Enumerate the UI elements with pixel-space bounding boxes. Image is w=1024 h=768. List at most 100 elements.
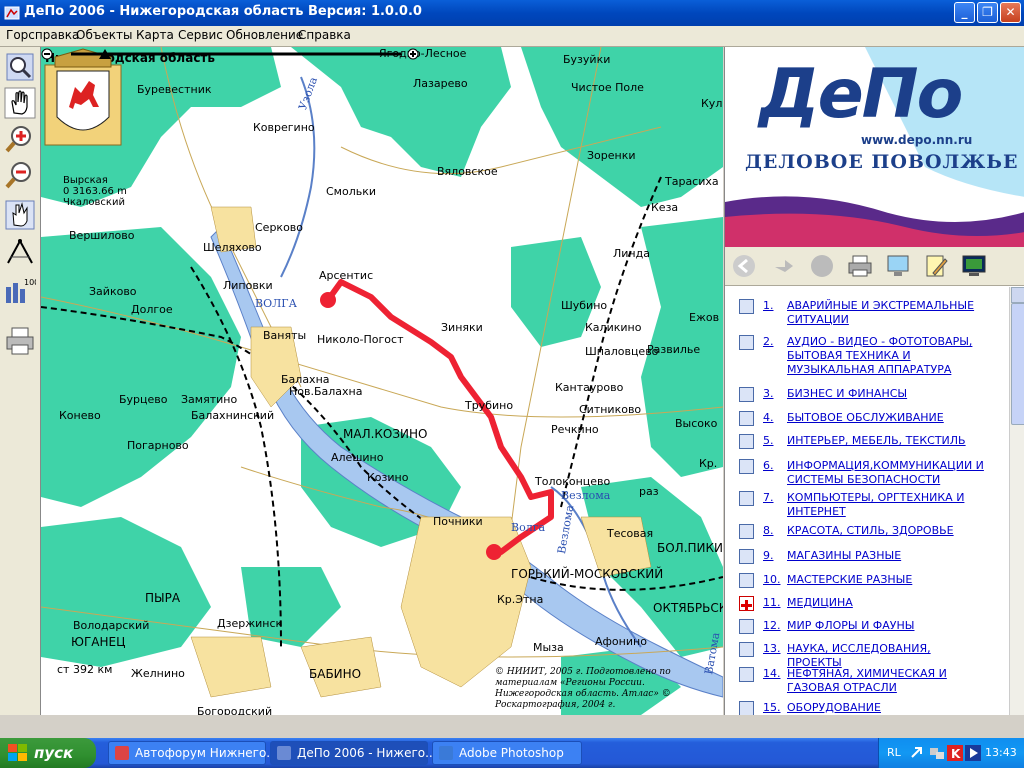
map-label: Развилье: [647, 343, 701, 356]
menu-map[interactable]: Карта: [136, 28, 174, 42]
category-item[interactable]: 2. АУДИО - ВИДЕО - ФОТОТОВАРЫ, БЫТОВАЯ ТЕ…: [725, 335, 1009, 377]
category-label[interactable]: МАГАЗИНЫ РАЗНЫЕ: [787, 549, 987, 563]
category-label[interactable]: МАСТЕРСКИЕ РАЗНЫЕ: [787, 573, 987, 587]
task-autoforum[interactable]: Автофорум Нижнего...: [108, 741, 278, 765]
banner-slogan: ДЕЛОВОЕ ПОВОЛЖЬЕ: [745, 151, 1019, 173]
category-label[interactable]: ИНФОРМАЦИЯ,КОММУНИКАЦИИ И СИСТЕМЫ БЕЗОПА…: [787, 459, 987, 487]
category-item[interactable]: 8. КРАСОТА, СТИЛЬ, ЗДОРОВЬЕ: [725, 524, 1009, 539]
forward-icon[interactable]: [771, 253, 797, 279]
category-item[interactable]: 11. МЕДИЦИНА: [725, 596, 1009, 611]
task-label: Adobe Photoshop: [459, 746, 564, 760]
start-button[interactable]: пуск: [0, 738, 96, 768]
category-item[interactable]: 13. НАУКА, ИССЛЕДОВАНИЯ, ПРОЕКТЫ: [725, 642, 1009, 669]
category-label[interactable]: КОМПЬЮТЕРЫ, ОРГТЕХНИКА И ИНТЕРНЕТ: [787, 491, 987, 519]
category-number[interactable]: 7.: [763, 491, 774, 504]
zoom-area-icon[interactable]: [4, 51, 36, 83]
display-icon[interactable]: [961, 253, 987, 279]
arrow-icon[interactable]: [909, 745, 925, 761]
scroll-thumb[interactable]: [1011, 303, 1024, 425]
zoom-slider[interactable]: [41, 47, 431, 61]
network-icon[interactable]: [929, 745, 945, 761]
category-number[interactable]: 1.: [763, 299, 774, 312]
category-label[interactable]: БЫТОВОЕ ОБСЛУЖИВАНИЕ: [787, 411, 987, 425]
monitor-icon[interactable]: [885, 253, 911, 279]
category-scrollbar[interactable]: [1009, 287, 1024, 715]
minimize-button[interactable]: _: [954, 2, 975, 23]
category-item[interactable]: 14. НЕФТЯНАЯ, ХИМИЧЕСКАЯ И ГАЗОВАЯ ОТРАСЛ…: [725, 667, 1009, 695]
category-number[interactable]: 10.: [763, 573, 781, 586]
print-icon[interactable]: [847, 253, 873, 279]
category-label[interactable]: КРАСОТА, СТИЛЬ, ЗДОРОВЬЕ: [787, 524, 987, 538]
category-number[interactable]: 2.: [763, 335, 774, 348]
category-number[interactable]: 13.: [763, 642, 781, 655]
menu-update[interactable]: Обновление: [226, 28, 303, 42]
category-label[interactable]: МЕДИЦИНА: [787, 596, 987, 610]
measure-icon[interactable]: [4, 237, 36, 269]
task-depo[interactable]: ДеПо 2006 - Нижего...: [270, 741, 437, 765]
category-icon: [739, 335, 754, 350]
menu-gorspravka[interactable]: Горсправка: [6, 28, 79, 42]
route-start-marker: [320, 292, 336, 308]
zoom-100-icon[interactable]: 100%: [4, 275, 36, 307]
category-label[interactable]: АВАРИЙНЫЕ И ЭКСТРЕМАЛЬНЫЕ СИТУАЦИИ: [787, 299, 987, 327]
notepad-edit-icon[interactable]: [923, 253, 949, 279]
antivirus-k-icon[interactable]: K: [947, 745, 963, 761]
category-item[interactable]: 10. МАСТЕРСКИЕ РАЗНЫЕ: [725, 573, 1009, 588]
home-icon[interactable]: [809, 253, 835, 279]
pan-hand-icon[interactable]: [4, 87, 36, 119]
category-label[interactable]: ИНТЕРЬЕР, МЕБЕЛЬ, ТЕКСТИЛЬ: [787, 434, 987, 448]
category-number[interactable]: 3.: [763, 387, 774, 400]
category-number[interactable]: 4.: [763, 411, 774, 424]
category-item[interactable]: 9. МАГАЗИНЫ РАЗНЫЕ: [725, 549, 1009, 564]
category-label[interactable]: АУДИО - ВИДЕО - ФОТОТОВАРЫ, БЫТОВАЯ ТЕХН…: [787, 335, 987, 377]
map-label: Богородский: [197, 705, 273, 715]
map-label: БАБИНО: [309, 667, 362, 681]
category-icon: [739, 411, 754, 426]
map-label: Ситниково: [579, 403, 642, 416]
map-label: Мыза: [533, 641, 564, 654]
category-item[interactable]: 4. БЫТОВОЕ ОБСЛУЖИВАНИЕ: [725, 411, 1009, 426]
info-distance: 0 3163.66 m: [63, 186, 127, 197]
category-item[interactable]: 12. МИР ФЛОРЫ И ФАУНЫ: [725, 619, 1009, 634]
category-item[interactable]: 3. БИЗНЕС И ФИНАНСЫ: [725, 387, 1009, 402]
category-number[interactable]: 6.: [763, 459, 774, 472]
title-bar: ДеПо 2006 - Нижегородская область Версия…: [0, 0, 1024, 26]
category-item[interactable]: 15. ОБОРУДОВАНИЕ: [725, 701, 1009, 715]
category-number[interactable]: 8.: [763, 524, 774, 537]
scroll-up-button[interactable]: [1011, 287, 1024, 303]
map-toolbar: 100%: [0, 47, 41, 715]
zoom-out-icon[interactable]: [4, 159, 36, 191]
map-label: Зоренки: [587, 149, 636, 162]
menu-help[interactable]: Справка: [298, 28, 351, 42]
banner-logo: ДеПо: [759, 55, 963, 134]
category-number[interactable]: 11.: [763, 596, 781, 609]
category-number[interactable]: 5.: [763, 434, 774, 447]
map-label: Буревестник: [137, 83, 212, 96]
menu-service[interactable]: Сервис: [178, 28, 223, 42]
category-item[interactable]: 1. АВАРИЙНЫЕ И ЭКСТРЕМАЛЬНЫЕ СИТУАЦИИ: [725, 299, 1009, 327]
map-label: Коврегино: [253, 121, 315, 134]
maximize-button[interactable]: ❐: [977, 2, 998, 23]
select-hand-icon[interactable]: [4, 199, 36, 231]
category-number[interactable]: 15.: [763, 701, 781, 714]
category-item[interactable]: 6. ИНФОРМАЦИЯ,КОММУНИКАЦИИ И СИСТЕМЫ БЕЗО…: [725, 459, 1009, 487]
category-number[interactable]: 14.: [763, 667, 781, 680]
category-label[interactable]: ОБОРУДОВАНИЕ: [787, 701, 987, 715]
map-canvas[interactable]: Нижегородская область Вырская 0 3163.66 …: [41, 47, 723, 715]
category-label[interactable]: БИЗНЕС И ФИНАНСЫ: [787, 387, 987, 401]
language-indicator[interactable]: RL: [887, 746, 901, 759]
category-number[interactable]: 9.: [763, 549, 774, 562]
task-photoshop[interactable]: Adobe Photoshop: [432, 741, 582, 765]
print-icon[interactable]: [4, 325, 36, 357]
category-item[interactable]: 5. ИНТЕРЬЕР, МЕБЕЛЬ, ТЕКСТИЛЬ: [725, 434, 1009, 449]
media-player-icon[interactable]: [965, 745, 981, 761]
category-label[interactable]: НЕФТЯНАЯ, ХИМИЧЕСКАЯ И ГАЗОВАЯ ОТРАСЛИ: [787, 667, 987, 695]
zoom-in-icon[interactable]: [4, 123, 36, 155]
category-item[interactable]: 7. КОМПЬЮТЕРЫ, ОРГТЕХНИКА И ИНТЕРНЕТ: [725, 491, 1009, 519]
close-button[interactable]: ✕: [1000, 2, 1021, 23]
category-label[interactable]: МИР ФЛОРЫ И ФАУНЫ: [787, 619, 987, 633]
category-label[interactable]: НАУКА, ИССЛЕДОВАНИЯ, ПРОЕКТЫ: [787, 642, 987, 670]
back-arrow-icon[interactable]: [731, 253, 757, 279]
menu-objects[interactable]: Объекты: [76, 28, 132, 42]
category-number[interactable]: 12.: [763, 619, 781, 632]
